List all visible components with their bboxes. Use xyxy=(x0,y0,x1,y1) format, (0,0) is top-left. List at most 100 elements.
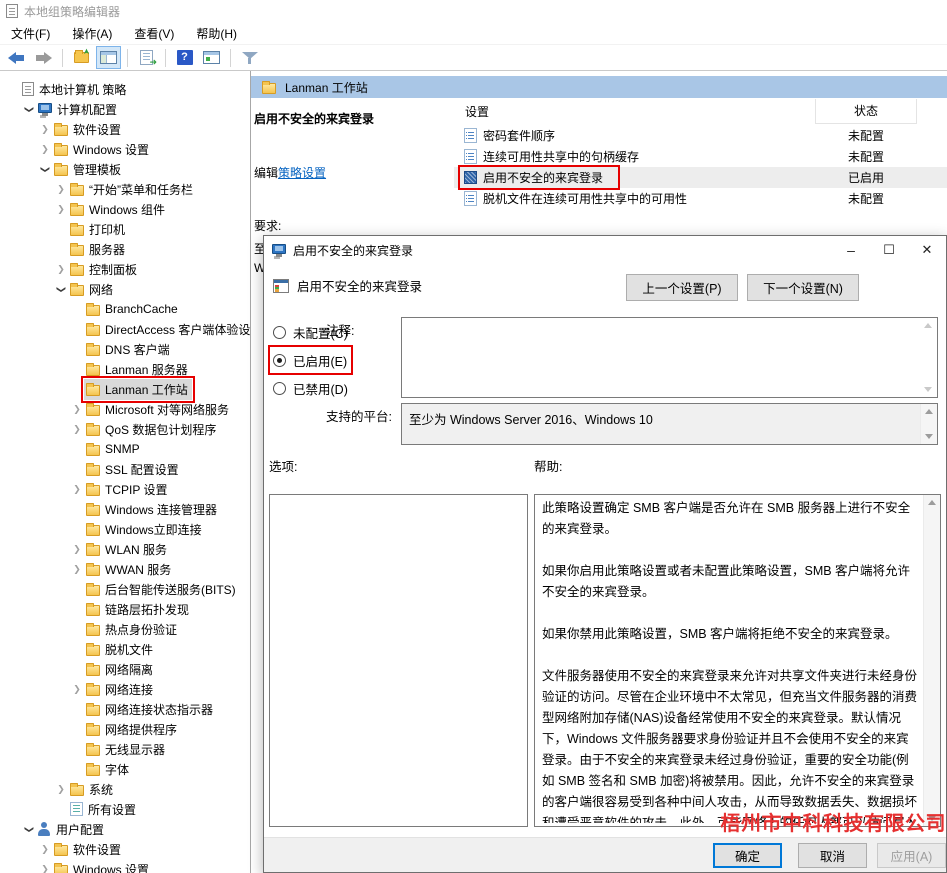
scroll-up-icon[interactable] xyxy=(925,409,933,414)
tree-item[interactable]: ❯管理模板 xyxy=(0,159,250,179)
radio-option[interactable]: 已禁用(D) xyxy=(273,378,348,398)
expander-collapsed-icon[interactable]: ❯ xyxy=(70,484,84,495)
tree-item[interactable]: 服务器 xyxy=(0,239,250,259)
tree-item[interactable]: 脱机文件 xyxy=(0,639,250,659)
tree-item[interactable]: 本地计算机 策略 xyxy=(0,79,250,99)
tree-item[interactable]: ❯WLAN 服务 xyxy=(0,539,250,559)
tree-item[interactable]: ❯“开始”菜单和任务栏 xyxy=(0,179,250,199)
menu-item-3[interactable]: 帮助(H) xyxy=(185,22,248,45)
expander-collapsed-icon[interactable]: ❯ xyxy=(38,124,52,135)
forward-arrow-button[interactable] xyxy=(31,46,56,69)
tree-item[interactable]: ❯Windows 设置 xyxy=(0,859,250,873)
expander-expanded-icon[interactable]: ❯ xyxy=(24,822,35,836)
expander-expanded-icon[interactable]: ❯ xyxy=(40,162,51,176)
back-arrow-button[interactable] xyxy=(4,46,29,69)
tree-item[interactable]: ❯系统 xyxy=(0,779,250,799)
scroll-up-icon[interactable] xyxy=(928,500,936,505)
tree-item[interactable]: 打印机 xyxy=(0,219,250,239)
minimize-button[interactable]: – xyxy=(832,236,870,264)
expander-expanded-icon[interactable]: ❯ xyxy=(56,282,67,296)
tree-item[interactable]: Lanman 服务器 xyxy=(0,359,250,379)
menu-item-2[interactable]: 查看(V) xyxy=(123,22,185,45)
radio-checked[interactable]: 已启用(E) xyxy=(273,350,348,370)
tree-item[interactable]: Windows立即连接 xyxy=(0,519,250,539)
supported-on-textarea[interactable]: 至少为 Windows Server 2016、Windows 10 xyxy=(401,403,938,445)
tree-item[interactable]: ❯网络 xyxy=(0,279,250,299)
next-setting-button[interactable]: 下一个设置(N) xyxy=(747,274,859,301)
expander-collapsed-icon[interactable]: ❯ xyxy=(70,424,84,435)
tree-item[interactable]: SNMP xyxy=(0,439,250,459)
help-button[interactable]: ? xyxy=(172,46,197,69)
column-header-status[interactable]: 状态 xyxy=(815,99,917,124)
tree-item[interactable]: 字体 xyxy=(0,759,250,779)
tree-item[interactable]: 链路层拓扑发现 xyxy=(0,599,250,619)
tree-item[interactable]: SSL 配置设置 xyxy=(0,459,250,479)
help-scrollbar[interactable] xyxy=(923,495,940,826)
up-one-level-folder-button[interactable] xyxy=(69,46,94,69)
expander-collapsed-icon[interactable]: ❯ xyxy=(38,864,52,873)
tree-item[interactable]: 网络连接状态指示器 xyxy=(0,699,250,719)
comment-textarea[interactable] xyxy=(401,317,938,398)
tree-item[interactable]: ❯用户配置 xyxy=(0,819,250,839)
apply-button[interactable]: 应用(A) xyxy=(877,843,946,868)
menu-item-0[interactable]: 文件(F) xyxy=(0,22,61,45)
export-list-button[interactable] xyxy=(134,46,159,69)
close-button[interactable]: ✕ xyxy=(908,236,946,264)
tree-item[interactable]: ❯Microsoft 对等网络服务 xyxy=(0,399,250,419)
ok-button[interactable]: 确定 xyxy=(713,843,782,868)
tree-item[interactable]: 网络提供程序 xyxy=(0,719,250,739)
comment-scrollbar[interactable] xyxy=(920,318,937,397)
tree-item[interactable]: Lanman 工作站 xyxy=(0,379,250,399)
scroll-down-icon[interactable] xyxy=(925,434,933,439)
tree-item[interactable]: ❯软件设置 xyxy=(0,839,250,859)
tree-item[interactable]: DNS 客户端 xyxy=(0,339,250,359)
expander-collapsed-icon[interactable]: ❯ xyxy=(54,784,68,795)
tree-item[interactable]: ❯计算机配置 xyxy=(0,99,250,119)
filter-button[interactable] xyxy=(237,46,262,69)
expander-collapsed-icon[interactable]: ❯ xyxy=(70,564,84,575)
expander-collapsed-icon[interactable]: ❯ xyxy=(54,264,68,275)
list-item[interactable]: 连续可用性共享中的句柄缓存未配置 xyxy=(454,146,947,167)
tree-item[interactable]: ❯Windows 组件 xyxy=(0,199,250,219)
tree-item[interactable]: BranchCache xyxy=(0,299,250,319)
expander-expanded-icon[interactable]: ❯ xyxy=(24,102,35,116)
tree-item[interactable]: ❯控制面板 xyxy=(0,259,250,279)
scroll-down-icon[interactable] xyxy=(924,387,932,392)
cancel-button[interactable]: 取消 xyxy=(798,843,867,868)
radio-icon[interactable] xyxy=(273,354,286,367)
list-item[interactable]: 密码套件顺序未配置 xyxy=(454,125,947,146)
tree-item[interactable]: ❯软件设置 xyxy=(0,119,250,139)
tree-item[interactable]: 网络隔离 xyxy=(0,659,250,679)
maximize-button[interactable]: ☐ xyxy=(870,236,908,264)
tree-item[interactable]: Windows 连接管理器 xyxy=(0,499,250,519)
previous-setting-button[interactable]: 上一个设置(P) xyxy=(626,274,738,301)
menu-item-1[interactable]: 操作(A) xyxy=(61,22,123,45)
expander-collapsed-icon[interactable]: ❯ xyxy=(54,184,68,195)
tree-item[interactable]: ❯WWAN 服务 xyxy=(0,559,250,579)
tree-item[interactable]: 无线显示器 xyxy=(0,739,250,759)
platform-scrollbar[interactable] xyxy=(920,404,937,444)
tree-item[interactable]: ❯TCPIP 设置 xyxy=(0,479,250,499)
expander-collapsed-icon[interactable]: ❯ xyxy=(38,144,52,155)
tree-item[interactable]: ❯QoS 数据包计划程序 xyxy=(0,419,250,439)
column-header-setting[interactable]: 设置 xyxy=(454,103,815,120)
expander-collapsed-icon[interactable]: ❯ xyxy=(70,544,84,555)
console-tree-toggle-button[interactable] xyxy=(96,46,121,69)
tree-item[interactable]: 后台智能传送服务(BITS) xyxy=(0,579,250,599)
tree-item[interactable]: ❯网络连接 xyxy=(0,679,250,699)
expander-collapsed-icon[interactable]: ❯ xyxy=(70,684,84,695)
radio-icon[interactable] xyxy=(273,382,286,395)
tree-item[interactable]: DirectAccess 客户端体验设置 xyxy=(0,319,250,339)
edit-policy-link[interactable]: 策略设置 xyxy=(278,166,326,180)
expander-collapsed-icon[interactable]: ❯ xyxy=(38,844,52,855)
tree-item[interactable]: ❯Windows 设置 xyxy=(0,139,250,159)
list-item[interactable]: 脱机文件在连续可用性共享中的可用性未配置 xyxy=(454,188,947,209)
expander-collapsed-icon[interactable]: ❯ xyxy=(70,404,84,415)
expander-collapsed-icon[interactable]: ❯ xyxy=(54,204,68,215)
tree-item[interactable]: 所有设置 xyxy=(0,799,250,819)
extended-view-toggle-button[interactable] xyxy=(199,46,224,69)
scroll-up-icon[interactable] xyxy=(924,323,932,328)
list-item[interactable]: 启用不安全的来宾登录已启用 xyxy=(454,167,947,188)
tree-item[interactable]: 热点身份验证 xyxy=(0,619,250,639)
radio-icon[interactable] xyxy=(273,326,286,339)
